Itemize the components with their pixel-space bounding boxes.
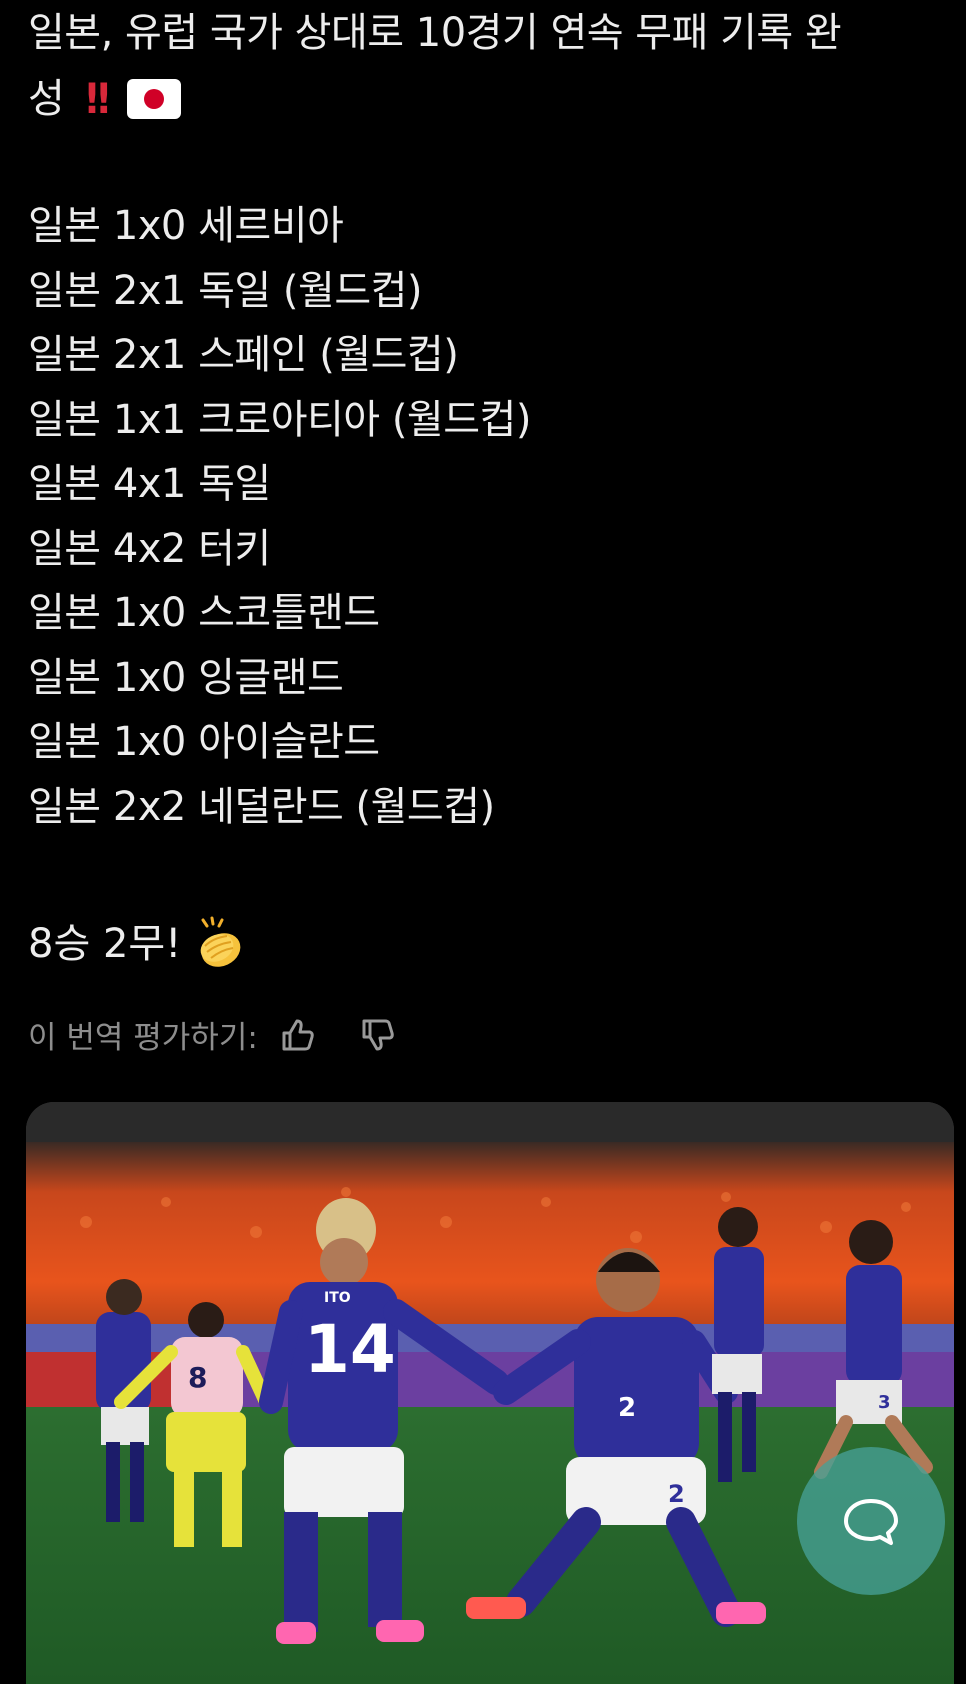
jersey-name: ITO bbox=[324, 1290, 351, 1306]
translation-rating-label: 이 번역 평가하기: bbox=[28, 1020, 258, 1056]
match-results-list: 일본 1x0 세르비아 일본 2x1 독일 (월드컵) 일본 2x1 스페인 (… bbox=[28, 194, 531, 839]
match-result: 일본 4x1 독일 bbox=[28, 461, 271, 507]
thumbs-down-icon[interactable] bbox=[358, 1015, 398, 1055]
record-summary-text: 8승 2무! bbox=[28, 921, 182, 967]
match-result: 일본 2x1 독일 (월드컵) bbox=[28, 267, 423, 314]
translation-rating: 이 번역 평가하기: bbox=[28, 1012, 398, 1057]
post-body: 일본, 유럽 국가 상대로 10경기 연속 무패 기록 완 성 !! 일본 1x… bbox=[28, 0, 948, 1056]
match-result: 일본 1x0 세르비아 bbox=[28, 203, 344, 249]
match-result: 일본 4x2 터키 bbox=[28, 525, 271, 572]
jersey-number-front: 14 bbox=[304, 1311, 396, 1388]
jersey-number-shorts-right: 3 bbox=[878, 1392, 891, 1413]
headline-line-1: 일본, 유럽 국가 상대로 10경기 연속 무패 기록 완 bbox=[28, 10, 842, 56]
chat-bubble-icon bbox=[844, 1499, 898, 1545]
headline-line-2: 성 !! bbox=[28, 66, 948, 132]
record-summary: 8승 2무! bbox=[28, 912, 249, 976]
match-result: 일본 1x0 아이슬란드 bbox=[28, 719, 380, 765]
svg-text:8: 8 bbox=[188, 1361, 207, 1394]
stand-barrier bbox=[26, 1324, 954, 1352]
match-result: 일본 1x0 잉글랜드 bbox=[28, 654, 344, 701]
jersey-number-chest: 2 bbox=[618, 1393, 636, 1423]
crowd bbox=[26, 1142, 954, 1342]
match-result: 일본 1x0 스코틀랜드 bbox=[28, 590, 380, 636]
headline-line-2-text: 성 bbox=[28, 76, 65, 122]
match-result: 일본 1x1 크로아티아 (월드컵) bbox=[28, 396, 531, 443]
clapping-hands-icon bbox=[193, 916, 249, 972]
jersey-number-shorts: 2 bbox=[668, 1480, 685, 1508]
japan-flag-icon bbox=[126, 79, 181, 119]
match-result: 일본 2x2 네덜란드 (월드컵) bbox=[28, 783, 495, 830]
match-result: 일본 2x1 스페인 (월드컵) bbox=[28, 332, 459, 378]
post-photo[interactable]: 8 ITO 14 2 2 3 bbox=[26, 1102, 954, 1684]
post-headline: 일본, 유럽 국가 상대로 10경기 연속 무패 기록 완 성 !! bbox=[28, 0, 948, 132]
thumbs-up-icon[interactable] bbox=[278, 1015, 318, 1055]
double-exclamation-icon: !! bbox=[83, 74, 113, 123]
chat-floating-button[interactable] bbox=[797, 1447, 945, 1595]
